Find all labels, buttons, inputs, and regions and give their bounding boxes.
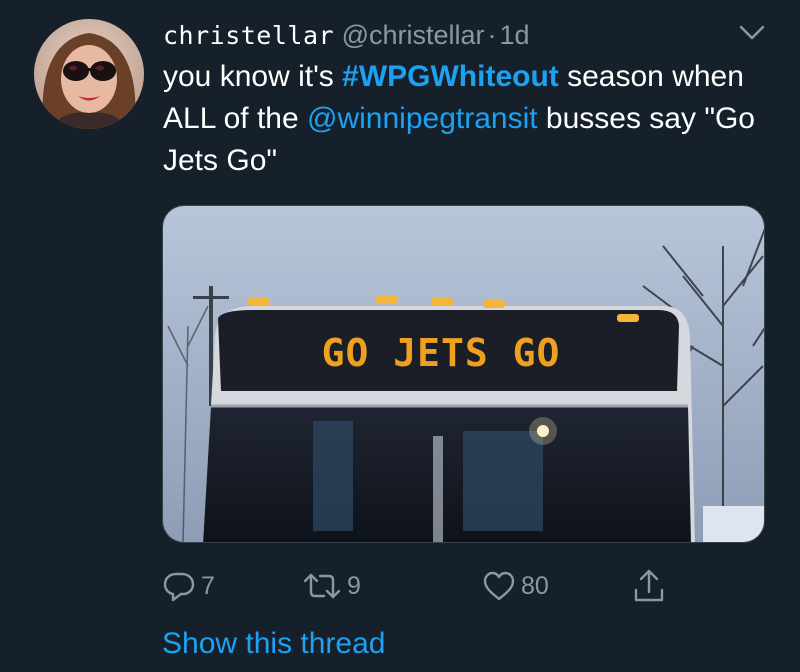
user-handle[interactable]: @christellar xyxy=(342,20,485,50)
share-icon xyxy=(632,568,666,604)
tweet-actions: 7 9 80 xyxy=(162,566,682,606)
display-name[interactable]: christellar xyxy=(163,21,334,50)
tweet-text-part: you know it's xyxy=(163,60,343,93)
chevron-down-icon[interactable] xyxy=(738,22,766,42)
heart-icon xyxy=(482,570,516,602)
tweet-text: you know it's #WPGWhiteout season when A… xyxy=(163,56,763,182)
timestamp[interactable]: 1d xyxy=(500,20,530,50)
show-thread-link[interactable]: Show this thread xyxy=(162,624,385,664)
retweet-icon xyxy=(302,570,342,602)
bus-photo: GO JETS GO xyxy=(163,206,764,542)
bus-sign-text: GO JETS GO xyxy=(322,331,561,375)
tweet: christellar @christellar · 1d you know it'… xyxy=(0,0,800,672)
mention-link[interactable]: @winnipegtransit xyxy=(307,102,538,135)
hashtag-link[interactable]: #WPGWhiteout xyxy=(342,60,559,93)
reply-button[interactable]: 7 xyxy=(162,566,215,606)
avatar[interactable] xyxy=(34,19,144,129)
separator-dot: · xyxy=(487,20,497,50)
like-button[interactable]: 80 xyxy=(482,566,549,606)
reply-count: 7 xyxy=(201,571,215,600)
tweet-media-photo[interactable]: GO JETS GO xyxy=(162,205,765,543)
retweet-button[interactable]: 9 xyxy=(302,566,361,606)
tweet-header: christellar @christellar · 1d xyxy=(163,18,530,53)
share-button[interactable] xyxy=(632,566,666,606)
avatar-image xyxy=(34,19,144,129)
reply-icon xyxy=(162,570,196,602)
like-count: 80 xyxy=(521,571,549,600)
retweet-count: 9 xyxy=(347,571,361,600)
